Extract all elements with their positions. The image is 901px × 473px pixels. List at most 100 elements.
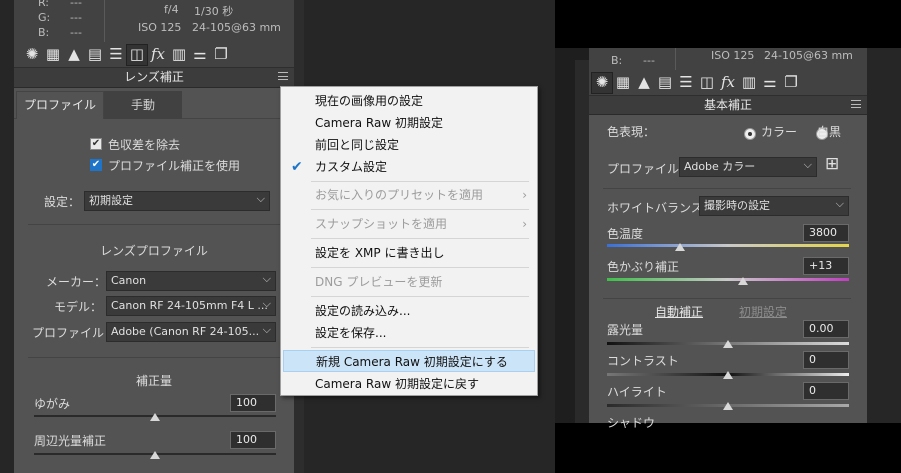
color-radio[interactable] [744,128,756,140]
tint-slider-thumb[interactable] [737,277,748,285]
lens-profile-title: レンズプロファイル [100,244,208,258]
tone-curve-icon[interactable]: ▦ [43,45,63,65]
menu-item-favorite[interactable]: お気に入りのプリセットを適用 › [281,184,537,206]
chevron-right-icon: › [522,217,527,231]
menu-item-current[interactable]: 現在の画像用の設定 [281,90,537,112]
right-tone-curve-icon[interactable]: ▦ [613,73,633,93]
menu-item-export-xmp[interactable]: 設定を XMP に書き出し [281,242,537,264]
tab-manual[interactable]: 手動 [104,91,182,119]
remove-ca-label: 色収差を除去 [108,138,181,152]
right-panel: B: --- ISO 125 24-105@63 mm ✺ ▦ ▲ ▤ ☰ ◫ … [589,48,867,430]
g-label: G: [38,11,51,24]
tint-value: +13 [809,259,833,272]
hsl-icon[interactable]: ▤ [85,45,105,65]
effects-icon[interactable]: fx [148,45,168,65]
model-select[interactable]: Canon RF 24-105mm F4 L ... [106,296,276,316]
snapshots-icon[interactable]: ❐ [211,45,231,65]
right-hsl-icon[interactable]: ▤ [655,73,675,93]
chevron-right-icon: › [522,188,527,202]
checkmark-icon: ✔ [291,159,303,175]
menu-item-cr-default[interactable]: Camera Raw 初期設定 [281,112,537,134]
right-lens-icon[interactable]: ◫ [697,73,717,93]
presets-icon[interactable]: ⚌ [190,45,210,65]
aperture-icon[interactable]: ✺ [22,45,42,65]
maker-select[interactable]: Canon [106,271,276,291]
maker-label: メーカー： [46,275,107,289]
distortion-value-field[interactable]: 100 [230,394,276,412]
menu-item-previous[interactable]: 前回と同じ設定 [281,134,537,156]
exposure-label: 露光量 [607,323,644,337]
divider-1 [28,224,280,225]
setting-select-value: 初期設定 [89,194,133,207]
default-button[interactable]: 初期設定 [739,303,787,320]
right-divider-2 [603,298,851,299]
basic-aperture-icon[interactable]: ✺ [591,71,613,94]
exposure-slider-thumb[interactable] [723,340,733,348]
menu-item-save[interactable]: 設定を保存... [281,322,537,344]
right-info-bar: B: --- ISO 125 24-105@63 mm [589,48,867,70]
menu-item-load[interactable]: 設定の読み込み... [281,300,537,322]
menu-item-custom[interactable]: ✔ カスタム設定 [281,156,537,178]
profile-browser-icon[interactable]: ⊞ [825,156,839,173]
settings-context-menu: 現在の画像用の設定 Camera Raw 初期設定 前回と同じ設定 ✔ カスタム… [280,86,538,396]
auto-button[interactable]: 自動補正 [655,303,703,320]
tab-profile[interactable]: プロファイル [16,91,104,119]
split-tone-icon[interactable]: ☰ [106,45,126,65]
color-option-label: カラー [761,125,798,139]
menu-item-export-xmp-label: 設定を XMP に書き出し [315,246,445,260]
right-split-tone-icon[interactable]: ☰ [676,73,696,93]
menu-item-new-default[interactable]: 新規 Camera Raw 初期設定にする [283,350,535,372]
b-label: B: [38,26,50,39]
vignette-slider-thumb[interactable] [150,451,160,459]
tab-strip: プロファイル 手動 [14,89,294,119]
temp-slider-track[interactable] [607,244,849,247]
menu-item-snapshot-label: スナップショットを適用 [315,217,448,231]
wb-select[interactable]: 撮影時の設定 [699,196,849,216]
tint-value-field[interactable]: +13 [803,257,849,275]
remove-ca-checkbox[interactable]: ✔ [90,138,102,150]
right-detail-icon[interactable]: ▲ [634,73,654,93]
menu-item-dng-preview-label: DNG プレビューを更新 [315,275,443,289]
divider-2 [28,357,280,358]
shutter-text: 1/30 秒 [194,5,234,18]
setting-select[interactable]: 初期設定 [84,191,270,211]
menu-item-dng-preview[interactable]: DNG プレビューを更新 [281,271,537,293]
menu-separator-5 [311,296,529,297]
distortion-label: ゆがみ [34,397,71,411]
temp-value-field[interactable]: 3800 [803,224,849,242]
distortion-slider-thumb[interactable] [150,413,160,421]
amount-title: 補正量 [135,374,172,388]
calibration-icon[interactable]: ▥ [169,45,189,65]
profile-select[interactable]: Adobe (Canon RF 24-105... [106,322,276,342]
right-b-label: B: [611,54,623,67]
menu-item-snapshot[interactable]: スナップショットを適用 › [281,213,537,235]
highlights-value-field[interactable]: 0 [803,382,849,400]
shadows-label: シャドウ [607,416,656,430]
vignette-label: 周辺光量補正 [34,434,107,448]
right-effects-icon[interactable]: fx [718,73,738,93]
right-profile-select[interactable]: Adobe カラー [679,157,817,177]
exposure-value-field[interactable]: 0.00 [803,320,849,338]
use-profile-checkbox[interactable]: ✔ [90,159,102,171]
lens-icon[interactable]: ◫ [126,43,148,66]
r-value: --- [70,0,82,9]
right-presets-icon[interactable]: ⚌ [760,73,780,93]
right-snapshots-icon[interactable]: ❐ [781,73,801,93]
right-edge-strip-2 [575,60,589,423]
panel-menu-icon[interactable] [278,72,288,80]
vignette-value-field[interactable]: 100 [230,431,276,449]
highlights-slider-thumb[interactable] [723,402,733,410]
treatment-label: 色表現： [607,125,656,139]
right-panel-menu-icon[interactable] [851,100,861,108]
contrast-value-field[interactable]: 0 [803,351,849,369]
contrast-slider-thumb[interactable] [723,371,733,379]
tint-slider-track[interactable] [607,278,849,281]
detail-icon[interactable]: ▲ [64,45,84,65]
right-calibration-icon[interactable]: ▥ [739,73,759,93]
left-tool-tabs: ✺ ▦ ▲ ▤ ☰ ◫ fx ▥ ⚌ ❐ [14,42,294,68]
temp-slider-thumb[interactable] [674,243,685,251]
menu-item-reset-default[interactable]: Camera Raw 初期設定に戻す [281,373,537,395]
temp-value: 3800 [809,226,837,239]
tint-label: 色かぶり補正 [607,260,680,274]
right-iso-text: ISO 125 [711,49,755,62]
